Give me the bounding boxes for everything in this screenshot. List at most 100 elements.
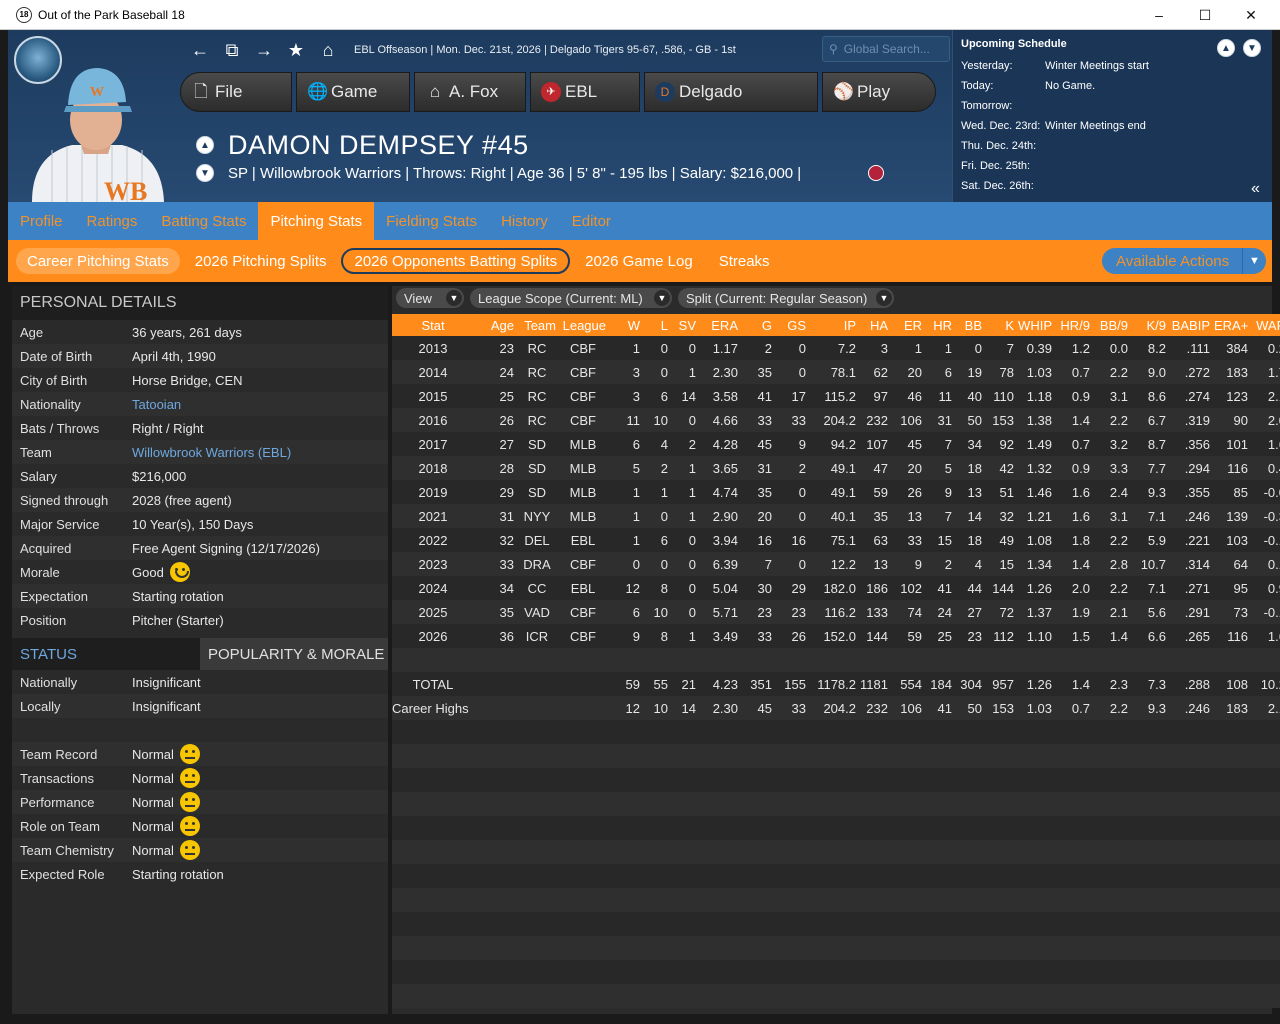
previous-player-icon[interactable]: ▲ — [196, 136, 214, 154]
table-cell: 18 — [956, 456, 986, 480]
schedule-down-icon[interactable]: ▼ — [1243, 39, 1261, 57]
column-header[interactable]: Team — [518, 314, 560, 336]
table-cell: 112 — [986, 624, 1018, 648]
home-icon[interactable]: ⌂ — [312, 40, 344, 61]
column-header[interactable]: K — [986, 314, 1018, 336]
play-button[interactable]: ⚾ Play — [822, 72, 936, 112]
subtab-opponents-batting-splits[interactable]: 2026 Opponents Batting Splits — [341, 248, 571, 274]
column-header[interactable]: ER — [892, 314, 926, 336]
split-dropdown[interactable]: Split (Current: Regular Season) ▼ — [678, 288, 894, 308]
column-header[interactable]: BB — [956, 314, 986, 336]
table-cell: 46 — [892, 384, 926, 408]
forward-icon[interactable]: → — [248, 40, 280, 61]
column-header[interactable]: GS — [776, 314, 810, 336]
game-button[interactable]: 🌐 Game — [296, 72, 410, 112]
table-cell: 1.8 — [1056, 528, 1094, 552]
column-header[interactable]: HA — [860, 314, 892, 336]
table-cell: 107 — [860, 432, 892, 456]
table-cell: 232 — [860, 696, 892, 720]
table-cell: MLB — [560, 504, 610, 528]
schedule-up-icon[interactable]: ▲ — [1217, 39, 1235, 57]
tab-profile[interactable]: Profile — [8, 202, 75, 240]
table-cell — [518, 696, 560, 720]
column-header[interactable]: HR — [926, 314, 956, 336]
available-actions-button[interactable]: Available Actions ▼ — [1102, 248, 1266, 274]
subtab-game-log[interactable]: 2026 Game Log — [574, 248, 704, 274]
table-cell: 2.30 — [700, 360, 742, 384]
table-cell: 0.9 — [1056, 384, 1094, 408]
table-cell: 3 — [610, 384, 644, 408]
table-cell: 11 — [610, 408, 644, 432]
league-scope-dropdown[interactable]: League Scope (Current: ML) ▼ — [470, 288, 672, 308]
table-cell: 0 — [672, 336, 700, 360]
column-header[interactable]: IP — [810, 314, 860, 336]
back-icon[interactable]: ← — [184, 40, 216, 61]
file-button[interactable]: 🗋 File — [180, 72, 292, 112]
tab-pitching-stats[interactable]: Pitching Stats — [258, 202, 375, 240]
collapse-icon[interactable]: « — [1251, 180, 1260, 198]
global-search-input[interactable]: ⚲ Global Search... — [822, 36, 950, 62]
career-pitching-table: Stat Age Team League W L SV ERA G GS IP HA ER HR BB K WH… — [392, 314, 1280, 1008]
table-cell: CBF — [560, 600, 610, 624]
subtab-career-pitching-stats[interactable]: Career Pitching Stats — [16, 248, 180, 274]
subtab-pitching-splits[interactable]: 2026 Pitching Splits — [184, 248, 338, 274]
column-header[interactable]: G — [742, 314, 776, 336]
empty-row — [392, 840, 1280, 864]
column-header[interactable]: K/9 — [1132, 314, 1170, 336]
neutral-face-icon — [179, 744, 200, 764]
copy-icon[interactable]: ⧉ — [216, 40, 248, 61]
maximize-button[interactable]: ☐ — [1182, 0, 1228, 30]
star-icon[interactable]: ★ — [280, 40, 312, 61]
column-header[interactable]: Stat — [392, 314, 478, 336]
personal-details-title: PERSONAL DETAILS — [12, 286, 388, 320]
table-cell: 7.7 — [1132, 456, 1170, 480]
tab-history[interactable]: History — [489, 202, 560, 240]
table-cell: 10 — [644, 696, 672, 720]
column-header[interactable]: League — [560, 314, 610, 336]
table-cell: TOTAL — [392, 672, 478, 696]
table-cell: 7 — [926, 504, 956, 528]
subtab-streaks[interactable]: Streaks — [708, 248, 781, 274]
table-cell: 1.6 — [1252, 432, 1280, 456]
tab-status[interactable]: STATUS — [12, 638, 200, 670]
tab-batting-stats[interactable]: Batting Stats — [149, 202, 258, 240]
next-player-icon[interactable]: ▼ — [196, 164, 214, 182]
column-header[interactable]: ERA+ — [1214, 314, 1252, 336]
league-button[interactable]: ✈ EBL — [530, 72, 640, 112]
column-header[interactable]: L — [644, 314, 672, 336]
table-cell: 17 — [776, 384, 810, 408]
nationality-link[interactable]: Tatooian — [132, 397, 181, 412]
team-logo[interactable] — [14, 36, 62, 84]
table-cell: 2.2 — [1094, 696, 1132, 720]
table-cell: 14 — [672, 384, 700, 408]
column-header[interactable]: HR/9 — [1056, 314, 1094, 336]
team-link[interactable]: Willowbrook Warriors (EBL) — [132, 445, 291, 460]
column-header[interactable]: WHIP — [1018, 314, 1056, 336]
tab-fielding-stats[interactable]: Fielding Stats — [374, 202, 489, 240]
table-cell: 1.32 — [1018, 456, 1056, 480]
column-header[interactable]: SV — [672, 314, 700, 336]
tab-ratings[interactable]: Ratings — [75, 202, 150, 240]
tab-popularity-morale[interactable]: POPULARITY & MORALE — [200, 638, 388, 670]
column-header[interactable]: ERA — [700, 314, 742, 336]
column-header[interactable]: BABIP — [1170, 314, 1214, 336]
column-header[interactable]: BB/9 — [1094, 314, 1132, 336]
table-cell: MLB — [560, 456, 610, 480]
table-cell: 23 — [478, 336, 518, 360]
column-header[interactable]: WAR — [1252, 314, 1280, 336]
team-button[interactable]: D Delgado — [644, 72, 818, 112]
table-cell: 2 — [672, 432, 700, 456]
table-cell: 1 — [610, 504, 644, 528]
table-cell: 28 — [478, 456, 518, 480]
close-button[interactable]: ✕ — [1228, 0, 1274, 30]
manager-button[interactable]: ⌂ A. Fox — [414, 72, 526, 112]
column-header[interactable]: Age — [478, 314, 518, 336]
tab-editor[interactable]: Editor — [560, 202, 623, 240]
column-header[interactable]: W — [610, 314, 644, 336]
view-dropdown[interactable]: View ▼ — [396, 288, 464, 308]
table-cell: 2 — [776, 456, 810, 480]
table-cell: 1 — [672, 456, 700, 480]
minimize-button[interactable]: – — [1136, 0, 1182, 30]
table-cell: 7.3 — [1132, 672, 1170, 696]
table-cell: 32 — [478, 528, 518, 552]
